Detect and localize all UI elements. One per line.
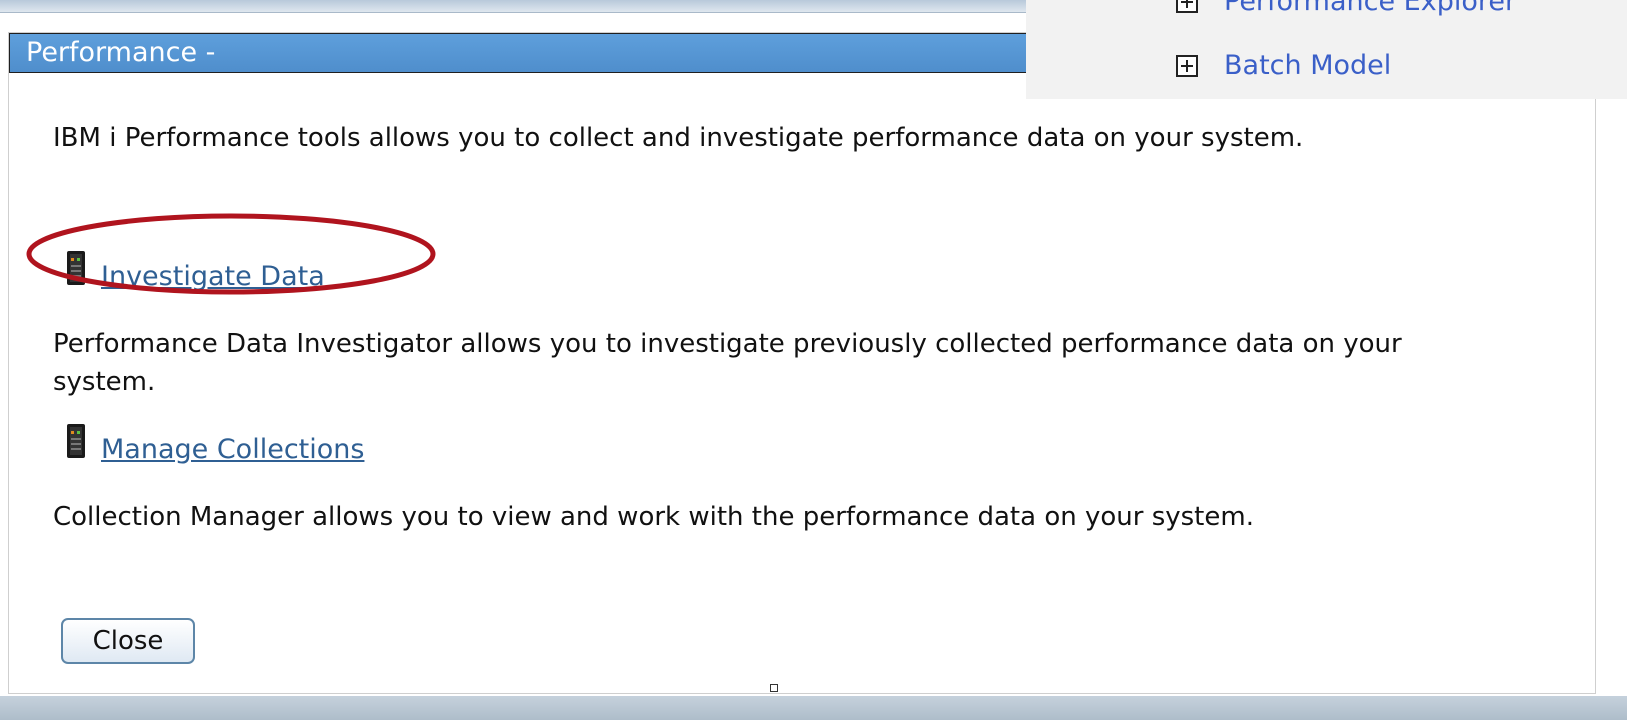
nav-item-label[interactable]: Batch Model <box>1224 50 1391 81</box>
intro-text: IBM i Performance tools allows you to co… <box>53 123 1304 153</box>
server-icon <box>67 251 85 285</box>
nav-item-performance-explorer[interactable]: Performance Explorer <box>1176 0 1516 17</box>
resize-handle[interactable] <box>770 684 778 692</box>
navigation-panel: Performance Explorer Batch Model <box>1026 0 1627 99</box>
manage-collections-row: Manage Collections <box>65 424 364 465</box>
screen: Performance - IBM i Performance tools al… <box>0 0 1627 720</box>
performance-dialog: Performance - IBM i Performance tools al… <box>8 32 1596 694</box>
server-icon <box>67 424 85 458</box>
nav-item-batch-model[interactable]: Batch Model <box>1176 50 1391 81</box>
expand-icon[interactable] <box>1176 54 1198 77</box>
investigate-data-row: Investigate Data <box>65 251 325 292</box>
investigate-data-description: Performance Data Investigator allows you… <box>53 329 1402 397</box>
manage-collections-description: Collection Manager allows you to view an… <box>53 502 1254 532</box>
expand-icon[interactable] <box>1176 0 1198 13</box>
close-button[interactable]: Close <box>61 618 195 664</box>
background-strip-bottom <box>0 696 1627 720</box>
investigate-data-link[interactable]: Investigate Data <box>101 261 325 292</box>
nav-item-label[interactable]: Performance Explorer <box>1224 0 1516 17</box>
manage-collections-link[interactable]: Manage Collections <box>101 434 364 465</box>
